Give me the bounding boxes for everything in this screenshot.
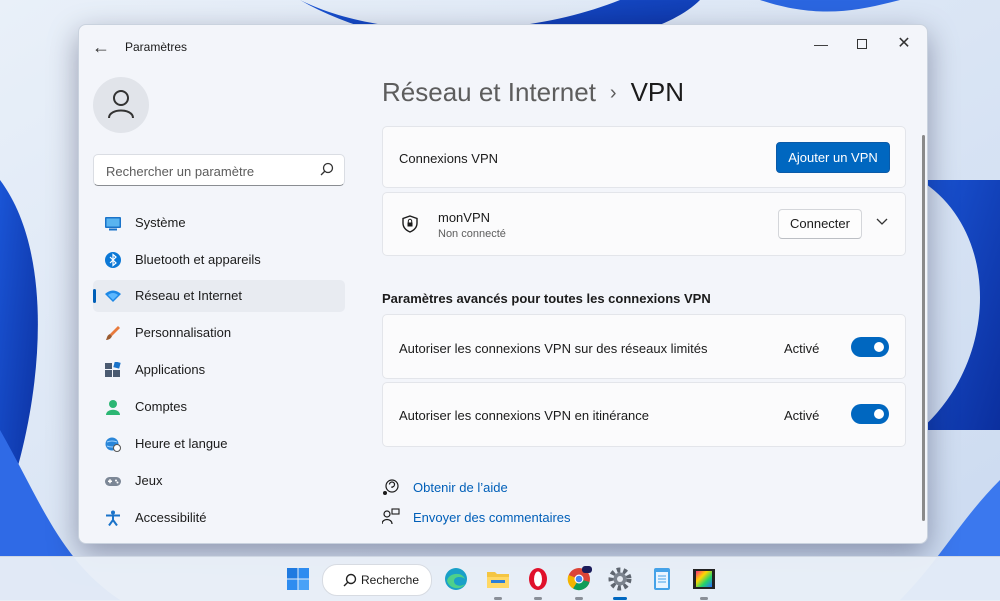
globe-clock-icon: [105, 437, 121, 452]
close-button[interactable]: ✕: [884, 31, 924, 57]
connect-button[interactable]: Connecter: [778, 209, 862, 239]
vpn-status: Non connecté: [438, 228, 506, 240]
minimize-button[interactable]: —: [801, 31, 841, 57]
title-bar: ← Paramètres — ✕: [79, 25, 927, 69]
taskbar-search-label: Recherche: [361, 573, 420, 587]
toggle-state-label: Activé: [784, 341, 820, 356]
toggle-state-label: Activé: [784, 408, 820, 423]
feedback-icon: [382, 508, 400, 525]
get-help-label[interactable]: Obtenir de l’aide: [413, 480, 508, 495]
active-indicator: [93, 289, 96, 303]
maximize-icon: [857, 39, 867, 49]
sidebar-item-label: Heure et langue: [135, 436, 228, 451]
help-icon: [383, 479, 399, 495]
bluetooth-icon: [105, 252, 121, 268]
sidebar-item-label: Applications: [135, 362, 206, 377]
vpn-name: monVPN: [438, 210, 491, 225]
sidebar-item-bluetooth[interactable]: Bluetooth et appareils: [93, 244, 345, 276]
chrome-icon[interactable]: [565, 565, 593, 593]
chevron-down-icon[interactable]: [876, 218, 888, 226]
sidebar-item-label: Système: [135, 215, 186, 230]
opera-icon[interactable]: [524, 565, 552, 593]
maximize-button[interactable]: [842, 31, 882, 57]
taskbar-search[interactable]: Recherche: [322, 564, 432, 596]
notepad-icon[interactable]: [648, 565, 676, 593]
file-explorer-icon[interactable]: [484, 565, 512, 593]
user-icon: [108, 90, 134, 119]
setting-card-limited-networks: Autoriser les connexions VPN sur des rés…: [382, 314, 906, 379]
breadcrumb-parent[interactable]: Réseau et Internet: [382, 77, 596, 107]
sidebar-item-label: Comptes: [135, 399, 188, 414]
back-arrow-icon[interactable]: ←: [91, 35, 111, 59]
setting-label: Autoriser les connexions VPN sur des rés…: [399, 341, 708, 356]
sidebar-item-label: Jeux: [135, 473, 163, 488]
roaming-toggle[interactable]: [851, 404, 889, 424]
window-title: Paramètres: [125, 40, 188, 54]
page-title: VPN: [630, 77, 685, 107]
shield-icon: [402, 215, 418, 233]
vpn-connections-label: Connexions VPN: [399, 151, 498, 166]
edge-icon[interactable]: [442, 565, 470, 593]
sidebar-item-label: Réseau et Internet: [135, 288, 242, 303]
limited-networks-toggle[interactable]: [851, 337, 889, 357]
send-feedback-label[interactable]: Envoyer des commentaires: [413, 510, 571, 525]
vpn-entry-card[interactable]: monVPN Non connecté Connecter: [382, 192, 906, 256]
vpn-connections-card: Connexions VPN Ajouter un VPN: [382, 126, 906, 188]
sidebar-item-label: Personnalisation: [135, 325, 232, 340]
wifi-icon: [105, 290, 121, 302]
sidebar-item-label: Accessibilité: [135, 510, 207, 525]
scrollbar[interactable]: [922, 135, 925, 521]
add-vpn-button[interactable]: Ajouter un VPN: [776, 142, 890, 173]
setting-card-roaming: Autoriser les connexions VPN en itinéran…: [382, 382, 906, 447]
apps-icon: [105, 362, 121, 377]
toggle-knob: [874, 342, 884, 352]
system-icon: [105, 217, 121, 231]
accessibility-icon: [106, 510, 120, 526]
avatar[interactable]: [93, 77, 149, 133]
photos-icon[interactable]: [690, 565, 718, 593]
sidebar-item-personnalisation[interactable]: Personnalisation: [93, 317, 345, 349]
advanced-settings-title: Paramètres avancés pour toutes les conne…: [382, 291, 711, 306]
sidebar-item-label: Bluetooth et appareils: [135, 252, 261, 267]
sidebar-item-applications[interactable]: Applications: [93, 354, 345, 386]
sidebar-item-jeux[interactable]: Jeux: [93, 465, 345, 497]
breadcrumb-separator: ›: [609, 82, 617, 104]
sidebar-item-comptes[interactable]: Comptes: [93, 391, 345, 423]
gamepad-icon: [105, 477, 121, 486]
search-input[interactable]: [104, 161, 308, 181]
sidebar-item-reseau[interactable]: Réseau et Internet: [93, 280, 345, 312]
sidebar-item-heure-langue[interactable]: Heure et langue: [93, 428, 345, 460]
toggle-knob: [874, 409, 884, 419]
taskbar: Recherche: [0, 556, 1000, 601]
search-icon[interactable]: [320, 162, 334, 176]
settings-window: ← Paramètres — ✕ Système Bluetooth et ap…: [78, 24, 928, 544]
breadcrumb: Réseau et Internet › VPN: [382, 77, 684, 108]
search-icon: [343, 573, 357, 587]
setting-label: Autoriser les connexions VPN en itinéran…: [399, 408, 650, 423]
account-icon: [106, 400, 120, 415]
sidebar-item-systeme[interactable]: Système: [93, 207, 345, 239]
settings-icon[interactable]: [606, 565, 634, 593]
brush-icon: [106, 326, 120, 340]
settings-search-box[interactable]: [93, 154, 345, 186]
start-icon[interactable]: [284, 565, 312, 593]
sidebar-item-accessibilite[interactable]: Accessibilité: [93, 502, 345, 534]
